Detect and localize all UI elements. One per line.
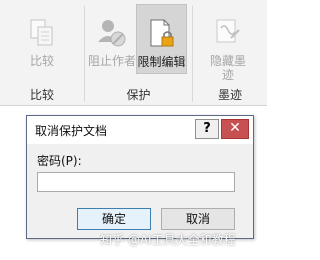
unprotect-document-dialog: 取消保护文档 ? ✕ 密码(P): 确定 取消 <box>26 115 254 239</box>
password-label: 密码(P): <box>37 154 82 168</box>
hide-ink-label: 隐藏墨 迹 <box>197 54 259 82</box>
block-authors-button[interactable]: 阻止作者 <box>87 4 137 74</box>
protect-group-label: 保护 <box>126 88 151 102</box>
ribbon-review-tab: 比较 比较 阻止作者 限制编辑 保护 隐藏墨 迹 墨迹 <box>0 0 267 106</box>
protect-group: 阻止作者 限制编辑 保护 <box>85 0 192 105</box>
ink-group-label: 墨迹 <box>217 88 242 102</box>
block-authors-label: 阻止作者 <box>87 54 136 68</box>
password-input[interactable] <box>37 172 235 192</box>
compare-button-label: 比较 <box>29 54 54 68</box>
restrict-editing-button[interactable]: 限制编辑 <box>136 4 187 74</box>
ok-button[interactable]: 确定 <box>77 208 151 230</box>
compare-button[interactable]: 比较 <box>14 4 70 74</box>
hide-ink-label-line1: 隐藏墨 <box>209 54 246 68</box>
help-button[interactable]: ? <box>195 119 219 139</box>
compare-group-label: 比较 <box>29 88 54 102</box>
hide-ink-label-line2: 迹 <box>221 68 234 82</box>
close-button[interactable]: ✕ <box>221 119 249 139</box>
dialog-titlebar[interactable]: 取消保护文档 ? ✕ <box>27 116 253 144</box>
block-authors-icon <box>97 18 127 51</box>
hide-ink-button[interactable]: 隐藏墨 迹 <box>197 4 259 82</box>
compare-group: 比较 比较 <box>0 0 84 105</box>
dialog-title: 取消保护文档 <box>35 124 108 138</box>
ink-group: 隐藏墨 迹 墨迹 <box>193 0 267 105</box>
hide-ink-icon <box>214 18 242 51</box>
watermark: 知乎 @AI工具大全和教程 <box>100 233 236 247</box>
compare-icon <box>29 18 55 51</box>
restrict-editing-label: 限制编辑 <box>137 55 186 69</box>
dialog-body: 密码(P): 确定 取消 <box>27 144 253 238</box>
cancel-button[interactable]: 取消 <box>161 208 235 230</box>
restrict-editing-icon <box>148 19 176 52</box>
